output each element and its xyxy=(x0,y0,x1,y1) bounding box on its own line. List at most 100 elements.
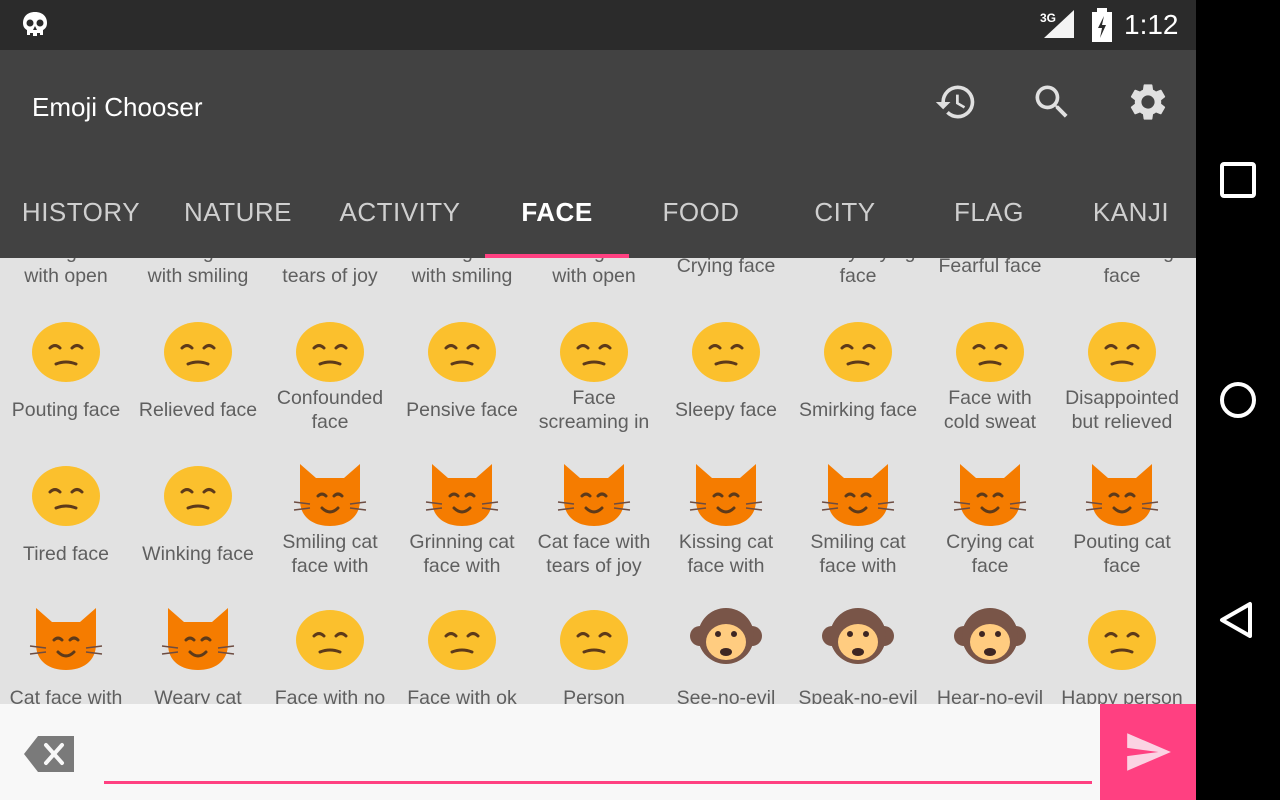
emoji-cell[interactable]: Happy person xyxy=(1056,596,1188,704)
emoji-cell[interactable]: Smirking face xyxy=(792,308,924,448)
history-button[interactable] xyxy=(928,74,984,130)
clock: 1:12 xyxy=(1124,9,1179,40)
backspace-button[interactable] xyxy=(24,734,76,774)
emoji-cell[interactable]: See-no-evil xyxy=(660,596,792,704)
settings-button[interactable] xyxy=(1120,74,1176,130)
cat-tears-of-joy-icon xyxy=(557,464,631,526)
confounded-face-icon xyxy=(296,322,364,382)
app-bar: Emoji Chooser HISTORY NATURE ACTIVITY FA… xyxy=(0,50,1196,258)
emoji-caption: Crying face xyxy=(676,258,776,277)
emoji-caption: Smiling face with open xyxy=(541,258,647,287)
emoji-caption: Kissing cat face with xyxy=(678,531,774,577)
crying-cat-icon xyxy=(953,464,1027,526)
send-button[interactable] xyxy=(1100,704,1196,800)
emoji-cell[interactable]: Hear-no-evil xyxy=(924,596,1056,704)
emoji-caption: Confounded face xyxy=(276,387,384,433)
emoji-text-input[interactable] xyxy=(104,714,1092,784)
winking-face-icon xyxy=(164,466,232,526)
tired-face-icon xyxy=(32,466,100,526)
emoji-cell[interactable]: Kissing cat face with xyxy=(660,452,792,592)
recents-button[interactable] xyxy=(1216,158,1260,202)
emoji-cell[interactable]: Winking face xyxy=(132,452,264,592)
emoji-caption: Pouting face xyxy=(11,399,121,421)
emoji-cell[interactable]: Tired face xyxy=(0,452,132,592)
signal-icon: 3G xyxy=(1040,10,1074,38)
weary-cat-icon xyxy=(161,608,235,670)
emoji-cell[interactable]: Smiling cat face with xyxy=(264,452,396,592)
emoji-cell[interactable]: Smiling cat face with xyxy=(792,452,924,592)
emoji-cell[interactable]: Pouting face xyxy=(0,308,132,448)
emoji-cell[interactable]: Cat face with tears of joy xyxy=(528,452,660,592)
grinning-cat-icon xyxy=(425,464,499,526)
back-button[interactable] xyxy=(1216,598,1260,642)
battery-icon xyxy=(1092,8,1112,42)
emoji-cell[interactable]: Person xyxy=(528,596,660,704)
history-icon xyxy=(935,85,975,119)
pensive-face-icon xyxy=(428,322,496,382)
emoji-cell[interactable]: Smiling face with open xyxy=(0,258,132,298)
emoji-cell[interactable]: Crying cat face xyxy=(924,452,1056,592)
emoji-cell[interactable]: Speak-no-evil xyxy=(792,596,924,704)
face-screaming-icon xyxy=(560,322,628,382)
emoji-cell[interactable]: Grinning cat face with xyxy=(396,452,528,592)
emoji-cell[interactable]: Pouting cat face xyxy=(1056,452,1188,592)
tab-history[interactable]: HISTORY xyxy=(8,178,154,258)
emoji-cell[interactable]: Fearful face xyxy=(924,258,1056,298)
emoji-cell[interactable]: Face with ok xyxy=(396,596,528,704)
emoji-caption: Smiling face with open xyxy=(13,258,119,287)
emoji-cell[interactable]: Sleepy face xyxy=(660,308,792,448)
emoji-cell[interactable]: Face screaming in xyxy=(528,308,660,448)
emoji-caption: Relieved face xyxy=(138,399,258,421)
emoji-caption: Smiling face with smiling xyxy=(409,258,515,287)
search-icon xyxy=(1035,85,1068,118)
emoji-caption: Happy person xyxy=(1061,687,1183,704)
emoji-caption: Face with ok xyxy=(407,687,517,704)
search-button[interactable] xyxy=(1024,74,1080,130)
emoji-caption: Winking face xyxy=(142,543,254,565)
emoji-cell[interactable]: Smiling face with smiling xyxy=(396,258,528,298)
hear-no-evil-monkey-icon xyxy=(954,608,1026,664)
emoji-grid: Smiling face with open Grinning face with… xyxy=(0,258,1196,704)
tab-activity[interactable]: ACTIVITY xyxy=(320,178,480,258)
send-icon xyxy=(1127,733,1171,771)
emoji-cell[interactable]: Disappointed but relieved xyxy=(1056,308,1188,448)
emoji-cell[interactable]: Persevering face xyxy=(1056,258,1188,298)
heart-eyes-cat-icon xyxy=(821,464,895,526)
tab-food[interactable]: FOOD xyxy=(636,178,766,258)
tab-kanji[interactable]: KANJI xyxy=(1066,178,1196,258)
emoji-cell[interactable]: Confounded face xyxy=(264,308,396,448)
settings-icon xyxy=(1130,84,1166,120)
home-button[interactable] xyxy=(1216,378,1260,422)
emoji-caption: Pensive face xyxy=(406,399,518,421)
emoji-caption: Smiling cat face with xyxy=(282,531,378,577)
smiling-cat-icon xyxy=(293,464,367,526)
emoji-cell[interactable]: Face with no xyxy=(264,596,396,704)
emoji-caption: Fearful face xyxy=(938,258,1042,277)
app-window: 3G 1:12 Emoji Chooser HISTORY NATURE ACT… xyxy=(0,0,1196,800)
tab-face[interactable]: FACE xyxy=(485,178,629,258)
emoji-caption: Smiling cat face with xyxy=(810,531,906,577)
emoji-cell[interactable]: Loudly crying face xyxy=(792,258,924,298)
relieved-face-icon xyxy=(164,322,232,382)
emoji-cell[interactable]: Relieved face xyxy=(132,308,264,448)
see-no-evil-monkey-icon xyxy=(690,608,762,664)
tab-city[interactable]: CITY xyxy=(780,178,910,258)
emoji-cell[interactable]: Weary cat xyxy=(132,596,264,704)
pouting-cat-icon xyxy=(1085,464,1159,526)
emoji-cell[interactable]: Pensive face xyxy=(396,308,528,448)
emoji-cell[interactable]: Face with cold sweat xyxy=(924,308,1056,448)
emoji-caption: Face with cold sweat xyxy=(943,387,1037,433)
no-good-face-icon xyxy=(296,610,364,670)
emoji-cell[interactable]: Smiling face with open xyxy=(528,258,660,298)
emoji-cell[interactable]: Face with tears of joy xyxy=(264,258,396,298)
emoji-caption: Disappointed but relieved xyxy=(1065,387,1179,433)
tab-flag[interactable]: FLAG xyxy=(924,178,1054,258)
emoji-cell[interactable]: Grinning face with smiling xyxy=(132,258,264,298)
emoji-cell[interactable]: Cat face with xyxy=(0,596,132,704)
smirking-face-icon xyxy=(824,322,892,382)
emoji-caption: Tired face xyxy=(23,543,109,565)
emoji-cell[interactable]: Crying face xyxy=(660,258,792,298)
tab-nature[interactable]: NATURE xyxy=(164,178,312,258)
skull-icon xyxy=(23,12,47,36)
emoji-caption: Pouting cat face xyxy=(1073,531,1171,577)
